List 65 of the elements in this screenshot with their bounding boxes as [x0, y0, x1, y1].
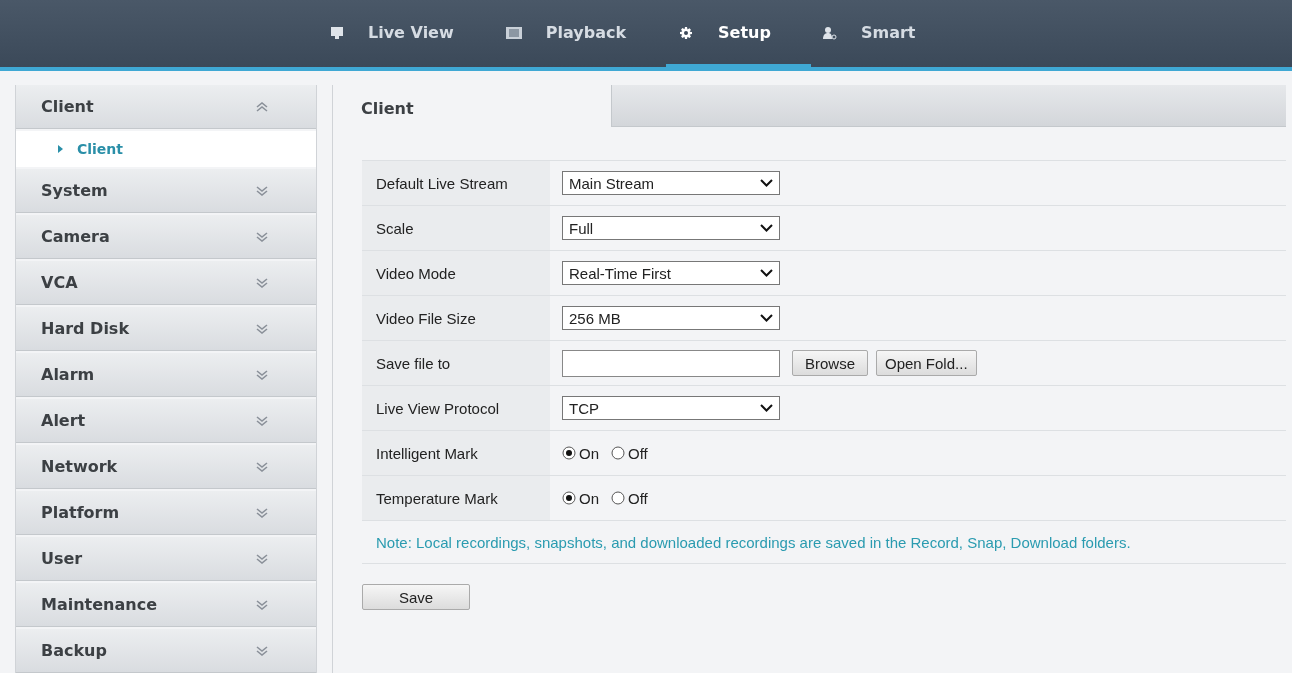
field-label: Live View Protocol — [362, 386, 550, 430]
chevron-down-icon — [256, 415, 268, 426]
radio-label: On — [579, 489, 599, 507]
sidebar-subitem[interactable]: Client — [16, 131, 316, 167]
sidebar-item[interactable]: Client — [16, 85, 316, 129]
monitor-icon — [330, 25, 344, 40]
radio-button[interactable] — [562, 446, 576, 460]
radio-button[interactable] — [562, 491, 576, 505]
dropdown[interactable]: Full — [562, 216, 780, 240]
sidebar-item[interactable]: Maintenance — [16, 583, 316, 627]
radio-label: Off — [628, 444, 648, 462]
triangle-icon — [58, 145, 63, 153]
chevron-down-icon — [760, 269, 773, 277]
chevron-down-icon — [760, 224, 773, 232]
field-label: Video File Size — [362, 296, 550, 340]
field-label: Video Mode — [362, 251, 550, 295]
chevron-down-icon — [256, 231, 268, 242]
sidebar-item[interactable]: Platform — [16, 491, 316, 535]
path-field[interactable] — [562, 349, 780, 377]
chevron-down-icon — [256, 599, 268, 610]
nav-tab[interactable]: Live View — [318, 1, 494, 67]
nav-tab[interactable]: Playback — [493, 1, 667, 67]
chevron-down-icon — [760, 404, 773, 412]
nav-tab[interactable]: Smart — [810, 1, 956, 67]
sidebar-item[interactable]: Alert — [16, 399, 316, 443]
chevron-down-icon — [256, 645, 268, 656]
save-button[interactable]: Save — [362, 584, 470, 610]
field-label: Scale — [362, 206, 550, 250]
settings-icon — [678, 24, 695, 41]
dropdown[interactable]: Real-Time First — [562, 261, 780, 285]
dropdown[interactable]: Main Stream — [562, 171, 780, 195]
sidebar-item[interactable]: System — [16, 169, 316, 213]
dropdown[interactable]: TCP — [562, 396, 780, 420]
radio-button[interactable] — [611, 491, 625, 505]
radio-button[interactable] — [611, 446, 625, 460]
dropdown[interactable]: 256 MB — [562, 306, 780, 330]
chevron-down-icon — [760, 314, 773, 322]
sidebar-item[interactable]: Network — [16, 445, 316, 489]
nav-tab[interactable]: Setup — [666, 1, 811, 67]
person-icon — [822, 25, 837, 40]
chevron-down-icon — [256, 553, 268, 564]
radio-label: Off — [628, 489, 648, 507]
action-button[interactable]: Open Fold... — [876, 350, 977, 376]
field-label: Temperature Mark — [362, 476, 550, 520]
field-label: Intelligent Mark — [362, 431, 550, 475]
sidebar-item[interactable]: Backup — [16, 629, 316, 673]
sidebar-item[interactable]: Hard Disk — [16, 307, 316, 351]
chevron-down-icon — [256, 461, 268, 472]
radio-label: On — [579, 444, 599, 462]
sidebar-item[interactable]: User — [16, 537, 316, 581]
film-icon — [505, 26, 522, 39]
chevron-down-icon — [256, 369, 268, 380]
chevron-down-icon — [760, 179, 773, 187]
action-button[interactable]: Browse — [792, 350, 868, 376]
sidebar-item[interactable]: VCA — [16, 261, 316, 305]
chevron-down-icon — [256, 323, 268, 334]
chevron-down-icon — [256, 507, 268, 518]
field-label: Default Live Stream — [362, 161, 550, 205]
chevron-down-icon — [256, 185, 268, 196]
sidebar-item[interactable]: Alarm — [16, 353, 316, 397]
chevron-up-icon — [256, 101, 268, 112]
field-label: Save file to — [362, 341, 550, 385]
note-text: Note: Local recordings, snapshots, and downloaded recordings are saved in the Record, Snap, Download folders. — [362, 521, 1286, 564]
chevron-down-icon — [256, 277, 268, 288]
sidebar-item[interactable]: Camera — [16, 215, 316, 259]
